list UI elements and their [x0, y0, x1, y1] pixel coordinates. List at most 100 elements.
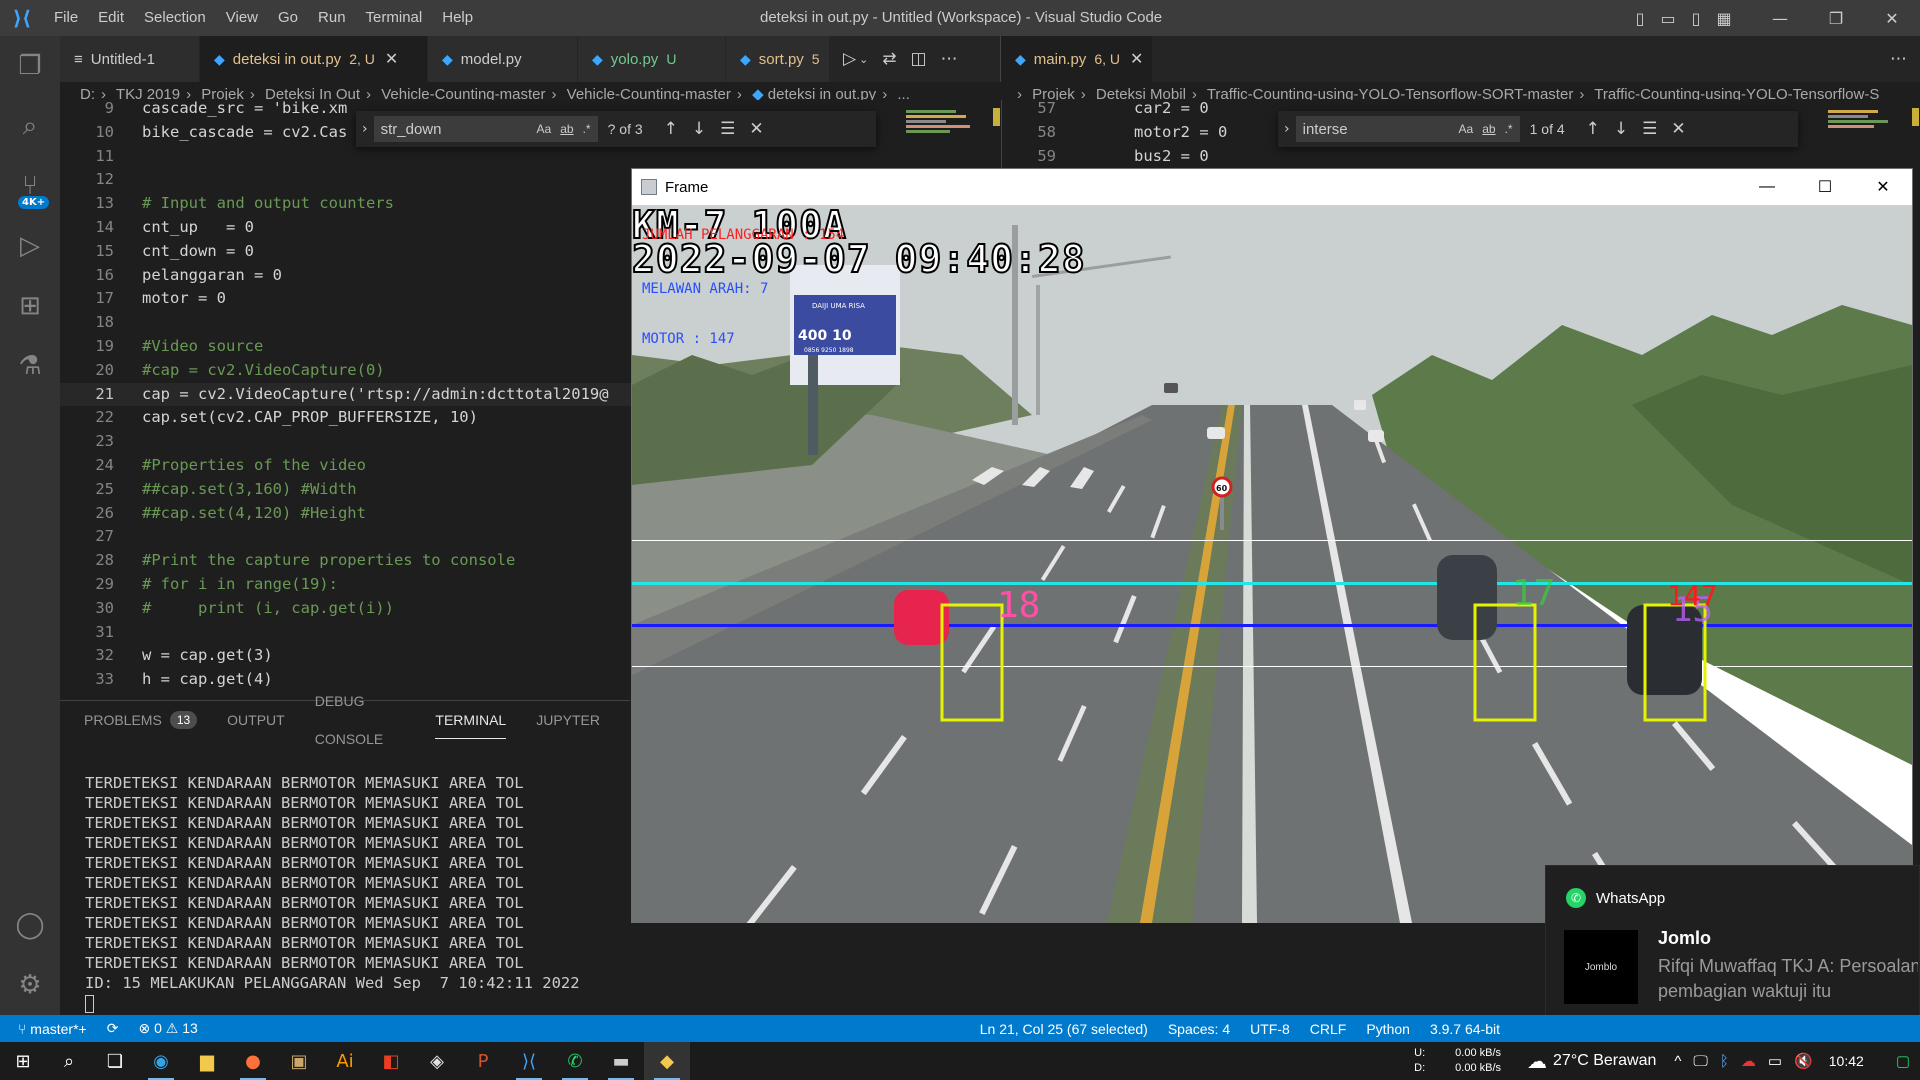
- tab-terminal[interactable]: TERMINAL: [435, 701, 507, 739]
- toggle-sidebar-icon[interactable]: ▯: [1626, 0, 1654, 36]
- account-icon[interactable]: ◯: [0, 895, 60, 955]
- source-control-icon[interactable]: ⑂ 4K+: [0, 156, 60, 216]
- toggle-panel-icon[interactable]: ▭: [1654, 0, 1682, 36]
- search-icon[interactable]: ⌕: [0, 96, 60, 156]
- python-interpreter[interactable]: 3.9.7 64-bit: [1420, 1021, 1510, 1037]
- language-mode[interactable]: Python: [1356, 1021, 1420, 1037]
- weather-text[interactable]: 27°C Berawan: [1553, 1052, 1656, 1070]
- right-find-input[interactable]: interse Aa ab .*: [1295, 116, 1520, 142]
- toggle-secondary-sidebar-icon[interactable]: ▯: [1682, 0, 1710, 36]
- menu-file[interactable]: File: [44, 0, 88, 36]
- previous-match-icon[interactable]: ↑: [1586, 119, 1600, 139]
- match-word-icon[interactable]: ab: [560, 122, 573, 136]
- settings-gear-icon[interactable]: ⚙: [0, 955, 60, 1015]
- run-file-icon[interactable]: ▷: [843, 49, 856, 69]
- match-case-icon[interactable]: Aa: [1459, 122, 1474, 136]
- tab-main-py[interactable]: ◆ main.py 6, U ✕: [1001, 36, 1153, 82]
- previous-match-icon[interactable]: ↑: [664, 119, 678, 139]
- tab-debug-console[interactable]: DEBUG CONSOLE: [315, 693, 406, 747]
- indentation[interactable]: Spaces: 4: [1158, 1021, 1240, 1037]
- windows-start-icon[interactable]: ⊞: [0, 1042, 46, 1080]
- frame-minimize-button[interactable]: —: [1738, 169, 1796, 205]
- show-hidden-icons[interactable]: ^: [1674, 1053, 1681, 1070]
- regex-icon[interactable]: .*: [583, 122, 591, 136]
- next-match-icon[interactable]: ↓: [1614, 119, 1628, 139]
- split-editor-icon[interactable]: ◫: [911, 49, 927, 69]
- close-tab-icon[interactable]: ✕: [1130, 49, 1143, 69]
- minimize-button[interactable]: —: [1752, 0, 1808, 36]
- volume-muted-icon[interactable]: 🔇: [1794, 1052, 1813, 1070]
- left-find-input[interactable]: str_down Aa ab .*: [373, 116, 598, 142]
- line-ending[interactable]: CRLF: [1300, 1021, 1357, 1037]
- close-tab-icon[interactable]: ✕: [385, 49, 398, 69]
- weather-cloud-icon[interactable]: ☁: [1527, 1049, 1547, 1074]
- find-in-selection-icon[interactable]: ☰: [720, 119, 735, 139]
- tab-jupyter[interactable]: JUPYTER: [536, 701, 600, 739]
- more-actions-icon[interactable]: ⋯: [941, 49, 958, 69]
- app-icon[interactable]: ▣: [276, 1042, 322, 1080]
- close-find-icon[interactable]: ✕: [749, 119, 763, 139]
- firefox-icon[interactable]: ●: [230, 1042, 276, 1080]
- vscode-taskbar-icon[interactable]: ⟩⟨: [506, 1042, 552, 1080]
- problems-indicator[interactable]: ⊗ 0 ⚠ 13: [128, 1020, 207, 1037]
- branch-indicator[interactable]: ⑂ master*+: [0, 1021, 97, 1037]
- edge-icon[interactable]: ◉: [138, 1042, 184, 1080]
- network-icon[interactable]: 🖵: [1693, 1053, 1707, 1070]
- next-match-icon[interactable]: ↓: [692, 119, 706, 139]
- frame-close-button[interactable]: ✕: [1854, 169, 1912, 205]
- left-minimap[interactable]: [900, 108, 982, 168]
- toggle-replace-icon[interactable]: ›: [362, 121, 368, 137]
- menu-view[interactable]: View: [216, 0, 268, 36]
- whatsapp-notification[interactable]: ✆ WhatsApp Jomblo Jomlo Rifqi Muwaffaq T…: [1545, 865, 1920, 1035]
- menu-edit[interactable]: Edit: [88, 0, 134, 36]
- menu-help[interactable]: Help: [432, 0, 483, 36]
- restore-button[interactable]: ❐: [1808, 0, 1864, 36]
- run-dropdown-icon[interactable]: ⌄: [859, 53, 868, 66]
- extensions-icon[interactable]: ⊞: [0, 276, 60, 336]
- python-taskbar-icon[interactable]: ◆: [644, 1042, 690, 1080]
- battery-icon[interactable]: ▭: [1768, 1052, 1782, 1070]
- tab-yolo-py[interactable]: ◆ yolo.py U: [578, 36, 726, 82]
- testing-icon[interactable]: ⚗: [0, 336, 60, 396]
- menu-selection[interactable]: Selection: [134, 0, 216, 36]
- bluetooth-icon[interactable]: ᛒ: [1720, 1053, 1729, 1070]
- match-word-icon[interactable]: ab: [1482, 122, 1495, 136]
- menu-run[interactable]: Run: [308, 0, 356, 36]
- file-explorer-icon[interactable]: ▆: [184, 1042, 230, 1080]
- clock[interactable]: 10:42: [1829, 1053, 1864, 1069]
- regex-icon[interactable]: .*: [1505, 122, 1513, 136]
- tab-untitled-1[interactable]: ≡ Untitled-1: [60, 36, 200, 82]
- tab-sort-py[interactable]: ◆ sort.py 5: [726, 36, 830, 82]
- match-case-icon[interactable]: Aa: [537, 122, 552, 136]
- powerpoint-icon[interactable]: P: [460, 1042, 506, 1080]
- compare-changes-icon[interactable]: ⇄: [882, 49, 896, 69]
- onedrive-icon[interactable]: ☁: [1741, 1052, 1756, 1070]
- frame-title-bar[interactable]: Frame — ☐ ✕: [632, 169, 1912, 205]
- cursor-position[interactable]: Ln 21, Col 25 (67 selected): [970, 1021, 1158, 1037]
- tab-problems[interactable]: PROBLEMS 13: [84, 701, 198, 739]
- menu-go[interactable]: Go: [268, 0, 308, 36]
- close-window-button[interactable]: ✕: [1864, 0, 1920, 36]
- customize-layout-icon[interactable]: ▦: [1710, 0, 1738, 36]
- explorer-icon[interactable]: ❐: [0, 36, 60, 96]
- encoding[interactable]: UTF-8: [1240, 1021, 1300, 1037]
- tab-deteksi-in-out[interactable]: ◆ deteksi in out.py 2, U ✕: [200, 36, 428, 82]
- illustrator-icon[interactable]: Ai: [322, 1042, 368, 1080]
- task-view-icon[interactable]: ❏: [92, 1042, 138, 1080]
- app-icon[interactable]: ◈: [414, 1042, 460, 1080]
- notification-center-icon[interactable]: ▢: [1896, 1052, 1910, 1070]
- run-debug-icon[interactable]: ▷: [0, 216, 60, 276]
- whatsapp-taskbar-icon[interactable]: ✆: [552, 1042, 598, 1080]
- toggle-replace-icon[interactable]: ›: [1284, 121, 1290, 137]
- right-minimap[interactable]: [1822, 108, 1904, 168]
- close-find-icon[interactable]: ✕: [1671, 119, 1685, 139]
- terminal-output[interactable]: TERDETEKSI KENDARAAN BERMOTOR MEMASUKI A…: [60, 739, 630, 1013]
- office-icon[interactable]: ◧: [368, 1042, 414, 1080]
- tab-output[interactable]: OUTPUT: [227, 701, 285, 739]
- terminal-taskbar-icon[interactable]: ▬: [598, 1042, 644, 1080]
- tab-model-py[interactable]: ◆ model.py: [428, 36, 578, 82]
- frame-maximize-button[interactable]: ☐: [1796, 169, 1854, 205]
- menu-terminal[interactable]: Terminal: [356, 0, 433, 36]
- sync-icon[interactable]: ⟳: [97, 1020, 129, 1037]
- more-actions-icon[interactable]: ⋯: [1890, 49, 1907, 69]
